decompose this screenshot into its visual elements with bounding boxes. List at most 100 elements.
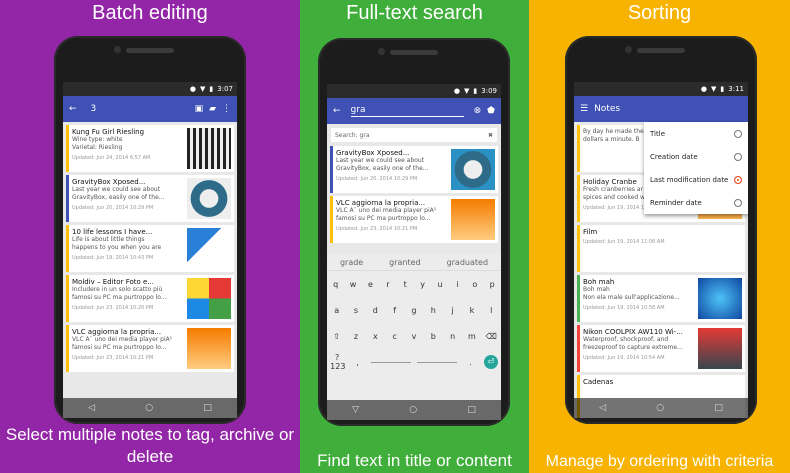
keyboard-key[interactable]: l xyxy=(484,306,498,315)
note-card[interactable]: 10 life lessons I have... Life is about l… xyxy=(66,225,234,272)
keyboard-key[interactable]: a xyxy=(330,306,344,315)
keyboard-key[interactable]: r xyxy=(381,280,395,289)
hamburger-menu-icon[interactable]: ☰ xyxy=(580,104,588,114)
home-nav-icon[interactable]: ○ xyxy=(145,403,153,413)
keyboard-key[interactable]: ⇧ xyxy=(330,332,344,341)
note-date: Updated: Jun 19, 2014 11:06 AM xyxy=(583,239,665,245)
note-title: GravityBox Xposed... xyxy=(336,149,410,157)
keyboard-key[interactable]: ⌫ xyxy=(484,332,498,341)
keyboard-key[interactable]: ⏎ xyxy=(483,355,498,369)
note-thumbnail xyxy=(187,278,231,319)
keyboard-key[interactable]: z xyxy=(349,332,363,341)
keyboard-key[interactable]: y xyxy=(416,280,430,289)
keyboard-key[interactable]: g xyxy=(407,306,421,315)
keyboard-key[interactable]: c xyxy=(388,332,402,341)
tag-folder-icon[interactable]: ▰ xyxy=(209,104,216,114)
arrow-left-icon[interactable]: ← xyxy=(333,106,341,116)
note-line-2: Non ela male sull'applicazione... xyxy=(583,294,680,301)
note-line-1: Boh mah xyxy=(583,286,610,293)
keyboard-key[interactable]: x xyxy=(368,332,382,341)
sort-option[interactable]: Title xyxy=(644,122,748,145)
note-title: VLC aggiorna la propria... xyxy=(72,328,162,336)
archive-icon[interactable]: ▣ xyxy=(195,104,204,114)
back-nav-icon[interactable]: ◁ xyxy=(88,403,95,413)
recents-nav-icon[interactable]: □ xyxy=(467,405,476,415)
back-nav-icon[interactable]: ▽ xyxy=(352,405,359,415)
note-line-1: Life is about little things xyxy=(72,236,145,243)
note-text: Boh mah Boh mah Non ela male sull'applicaz… xyxy=(583,278,696,320)
keyboard-key[interactable] xyxy=(370,361,411,363)
note-thumbnail xyxy=(698,328,742,369)
note-text: Moldiv – Editor Foto e... Includere in un… xyxy=(72,278,185,320)
recents-nav-icon[interactable]: □ xyxy=(203,403,212,413)
status-bar: ● ▼ ▮ 3:09 xyxy=(327,84,501,98)
note-color-bar xyxy=(330,196,333,243)
keyboard-key[interactable]: j xyxy=(446,306,460,315)
suggestion-item[interactable]: granted xyxy=(389,258,420,267)
keyboard-key[interactable]: k xyxy=(465,306,479,315)
keyboard-key[interactable]: b xyxy=(426,332,440,341)
suggestion-item[interactable]: graduated xyxy=(447,258,488,267)
keyboard-key[interactable]: m xyxy=(465,332,479,341)
keyboard-key[interactable]: q xyxy=(329,280,343,289)
keyboard-key[interactable]: h xyxy=(426,306,440,315)
keyboard-key[interactable]: f xyxy=(388,306,402,315)
note-text: Film Updated: Jun 19, 2014 11:06 AM xyxy=(583,228,742,270)
keyboard-key[interactable]: , xyxy=(350,358,364,367)
radio-icon[interactable] xyxy=(734,175,742,184)
note-color-bar xyxy=(577,325,580,372)
note-date: Updated: Jun 19, 2014 10:58 AM xyxy=(583,305,665,311)
back-nav-icon[interactable]: ◁ xyxy=(599,403,606,413)
keyboard-key[interactable]: s xyxy=(349,306,363,315)
radio-icon[interactable] xyxy=(734,198,742,207)
keyboard-key[interactable]: i xyxy=(450,280,464,289)
clear-icon[interactable]: ⊗ xyxy=(474,106,482,116)
keyboard-key[interactable]: p xyxy=(485,280,499,289)
screenshot-collage: Batch editing ● ▼ ▮ 3:07 ← 3 ▣ ▰ ⋮ Kung … xyxy=(0,0,790,473)
keyboard-key[interactable]: v xyxy=(407,332,421,341)
note-card[interactable]: GravityBox Xposed... Last year we could s… xyxy=(330,146,498,193)
phone-frame: ● ▼ ▮ 3:09 ← gra ⊗ ⬟ Search: gra ✖ Gravi… xyxy=(318,38,510,426)
battery-icon: ▮ xyxy=(473,87,478,95)
note-line-2: famosi su PC ma purtroppo lo... xyxy=(72,344,167,351)
radio-icon[interactable] xyxy=(734,152,742,161)
arrow-left-icon[interactable]: ← xyxy=(69,104,77,114)
speaker xyxy=(637,48,685,53)
sort-option[interactable]: Last modification date xyxy=(644,168,748,191)
note-title: Film xyxy=(583,228,598,236)
suggestion-item[interactable]: grade xyxy=(340,258,363,267)
sort-option[interactable]: Creation date xyxy=(644,145,748,168)
overflow-menu-icon[interactable]: ⋮ xyxy=(222,104,231,114)
camera-dot xyxy=(625,46,632,53)
home-nav-icon[interactable]: ○ xyxy=(409,405,417,415)
note-date: Updated: Jun 24, 2014 6:57 AM xyxy=(72,155,151,161)
note-card[interactable]: Nikon COOLPIX AW110 Wi-... Waterproof, sh… xyxy=(577,325,745,372)
keyboard-key[interactable]: e xyxy=(363,280,377,289)
note-card[interactable]: Moldiv – Editor Foto e... Includere in un… xyxy=(66,275,234,322)
note-card[interactable]: VLC aggiorna la propria... VLC Ã¨ uno dei… xyxy=(66,325,234,372)
note-card[interactable]: Boh mah Boh mah Non ela male sull'applicaz… xyxy=(577,275,745,322)
keyboard-key[interactable] xyxy=(417,361,458,363)
search-input[interactable]: gra xyxy=(350,105,464,117)
keyboard-key[interactable]: n xyxy=(446,332,460,341)
keyboard-key[interactable]: w xyxy=(346,280,360,289)
keyboard-key[interactable]: d xyxy=(368,306,382,315)
keyboard-key[interactable]: . xyxy=(463,358,477,367)
keyboard-key[interactable]: ?123 xyxy=(330,353,345,371)
note-card[interactable]: Film Updated: Jun 19, 2014 11:06 AM xyxy=(577,225,745,272)
phone-screen: ● ▼ ▮ 3:07 ← 3 ▣ ▰ ⋮ Kung Fu Girl Riesli… xyxy=(63,82,237,418)
sort-option[interactable]: Reminder date xyxy=(644,191,748,214)
radio-icon[interactable] xyxy=(734,129,742,138)
keyboard-key[interactable]: t xyxy=(398,280,412,289)
tag-icon[interactable]: ⬟ xyxy=(487,106,495,116)
note-card[interactable]: VLC aggiorna la propria... VLC Ã¨ uno dei… xyxy=(330,196,498,243)
note-card[interactable]: Kung Fu Girl Riesling Wine type: white Var… xyxy=(66,125,234,172)
note-card[interactable]: GravityBox Xposed... Last year we could s… xyxy=(66,175,234,222)
keyboard-key[interactable]: o xyxy=(468,280,482,289)
note-color-bar xyxy=(66,225,69,272)
recents-nav-icon[interactable]: □ xyxy=(714,403,723,413)
keyboard-key[interactable]: u xyxy=(433,280,447,289)
key-rows: q w e r t y u i o p a s d f g h j k l ⇧ z x c v b n m ⌫ ?123,. ⏎ xyxy=(327,271,501,375)
home-nav-icon[interactable]: ○ xyxy=(656,403,664,413)
close-icon[interactable]: ✖ xyxy=(488,132,493,139)
